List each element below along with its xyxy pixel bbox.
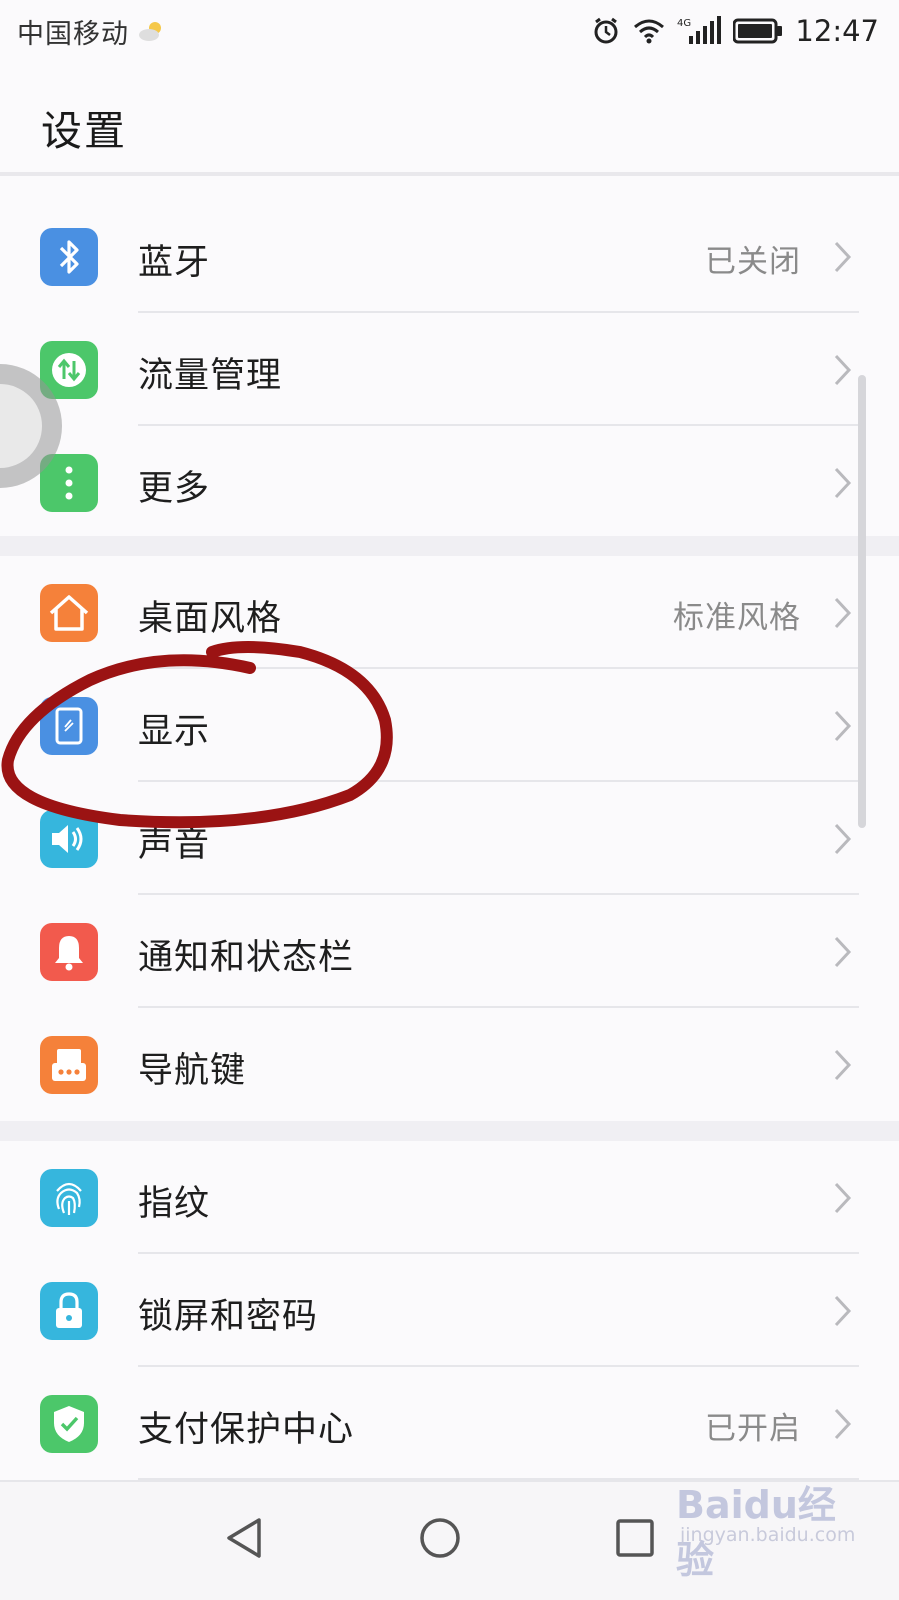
section-gap — [0, 1121, 899, 1141]
settings-row-display[interactable]: 显示 — [0, 669, 899, 782]
carrier-name: 中国移动 — [17, 18, 129, 50]
settings-row-data-usage[interactable]: 流量管理 — [0, 313, 899, 426]
settings-row-more[interactable]: 更多 — [0, 426, 899, 539]
network-type: 4G — [677, 18, 691, 29]
settings-row-value: 已开启 — [705, 1411, 801, 1447]
settings-row-label: 指纹 — [138, 1184, 211, 1224]
cellular-signal-icon: 4G — [677, 16, 722, 44]
settings-group-security: 指纹 锁屏和密码 支付保护中心 已开启 — [0, 1141, 899, 1481]
floating-dock-button[interactable] — [0, 358, 84, 494]
section-gap — [0, 536, 899, 556]
shield-check-icon — [40, 1395, 98, 1453]
chevron-right-icon — [834, 467, 852, 499]
settings-row-label: 声音 — [138, 825, 211, 865]
back-button[interactable] — [215, 1508, 275, 1568]
bluetooth-icon — [40, 228, 98, 286]
navigation-key-icon — [40, 1036, 98, 1094]
settings-row-label: 导航键 — [138, 1051, 247, 1091]
settings-row-value: 已关闭 — [705, 244, 801, 280]
chevron-right-icon — [834, 936, 852, 968]
chevron-right-icon — [834, 1049, 852, 1081]
chevron-right-icon — [834, 710, 852, 742]
fingerprint-icon — [40, 1169, 98, 1227]
settings-group-connectivity: 蓝牙 已关闭 流量管理 更多 — [0, 200, 899, 536]
settings-row-label: 流量管理 — [138, 356, 283, 396]
wifi-icon — [634, 19, 665, 44]
bell-icon — [40, 923, 98, 981]
app-bar: 设置 — [0, 62, 899, 176]
chevron-right-icon — [834, 823, 852, 855]
chevron-right-icon — [834, 1182, 852, 1214]
chevron-right-icon — [834, 1408, 852, 1440]
weather-icon — [139, 22, 161, 41]
settings-row-label: 蓝牙 — [138, 243, 211, 283]
settings-row-value: 标准风格 — [673, 600, 801, 636]
home-button[interactable] — [410, 1508, 470, 1568]
chevron-right-icon — [834, 597, 852, 629]
settings-row-navigation-keys[interactable]: 导航键 — [0, 1008, 899, 1121]
alarm-icon — [594, 17, 618, 44]
lock-icon — [40, 1282, 98, 1340]
settings-row-lock-screen-password[interactable]: 锁屏和密码 — [0, 1254, 899, 1367]
baidu-watermark: Baidu经验 jingyan.baidu.com — [676, 1474, 855, 1582]
settings-row-label: 桌面风格 — [138, 599, 283, 639]
home-icon — [40, 584, 98, 642]
settings-row-payment-protection[interactable]: 支付保护中心 已开启 — [0, 1367, 899, 1480]
chevron-right-icon — [834, 241, 852, 273]
settings-row-label: 更多 — [138, 469, 211, 509]
scrollbar-thumb[interactable] — [858, 375, 866, 828]
chevron-right-icon — [834, 1295, 852, 1327]
page-title: 设置 — [41, 107, 127, 155]
settings-row-notifications[interactable]: 通知和状态栏 — [0, 895, 899, 1008]
clock: 12:47 — [795, 14, 879, 48]
settings-row-label: 显示 — [138, 712, 211, 752]
settings-row-bluetooth[interactable]: 蓝牙 已关闭 — [0, 200, 899, 313]
settings-row-home-screen-style[interactable]: 桌面风格 标准风格 — [0, 556, 899, 669]
settings-row-fingerprint[interactable]: 指纹 — [0, 1141, 899, 1254]
settings-row-label: 支付保护中心 — [138, 1410, 355, 1450]
settings-row-label: 锁屏和密码 — [138, 1297, 319, 1337]
settings-row-sound[interactable]: 声音 — [0, 782, 899, 895]
settings-row-label: 通知和状态栏 — [138, 938, 355, 978]
display-icon — [40, 697, 98, 755]
chevron-right-icon — [834, 354, 852, 386]
speaker-icon — [40, 810, 98, 868]
watermark-url: jingyan.baidu.com — [680, 1524, 856, 1546]
status-bar: 中国移动 4G 12:47 — [0, 0, 899, 62]
settings-group-display: 桌面风格 标准风格 显示 声音 通知和状态栏 导航键 — [0, 556, 899, 1121]
recents-button[interactable] — [605, 1508, 665, 1568]
battery-icon — [733, 18, 783, 44]
